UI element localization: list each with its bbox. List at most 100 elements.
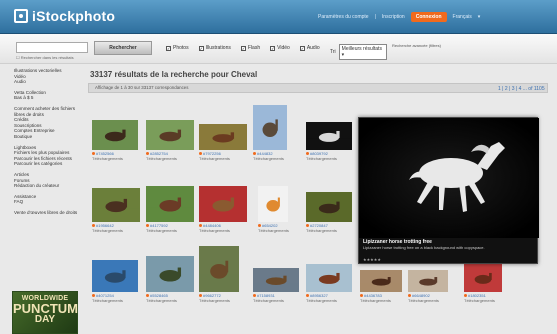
thumbnail-image[interactable] [306,122,352,150]
sidebar-link[interactable]: FAQ [14,199,86,205]
thumbnail-image[interactable] [408,270,448,292]
sort-label: Tri [330,49,336,55]
downloads-label: Téléchargements [199,297,230,303]
page-title: 33137 résultats de la recherche pour Che… [90,70,258,79]
lightbox-dot-icon[interactable] [408,294,411,298]
thumbnail-caption: #7158931 Téléchargements [253,293,284,303]
downloads-label: Téléchargements [253,297,284,303]
filter-label: Vidéo [277,45,290,51]
sidebar-group: Comment acheter des fichiers libres de d… [14,106,86,140]
thumbnail-image[interactable] [199,186,247,222]
downloads-label: Téléchargements [92,227,123,233]
lightbox-dot-icon[interactable] [146,224,149,228]
search-in-results-label: Rechercher dans les résultats [20,55,74,60]
downloads-label: Téléchargements [306,227,337,233]
thumbnail-image[interactable] [253,105,287,150]
thumbnail-caption: #9662772 Téléchargements [199,293,230,303]
lightbox-dot-icon[interactable] [92,152,95,156]
thumbnail-image[interactable] [306,192,352,222]
preview-image [359,118,539,238]
sidebar-link[interactable]: Audio [14,79,86,85]
thumbnail-image[interactable] [146,120,194,150]
search-input[interactable] [16,42,88,53]
lightbox-dot-icon[interactable] [199,294,202,298]
sidebar-link[interactable]: Parcourir les catégories [14,161,86,167]
sort-select[interactable]: Meilleurs résultats ▾ [338,44,387,60]
lightbox-dot-icon[interactable] [306,152,309,156]
lightbox-dot-icon[interactable] [146,152,149,156]
camera-logo-icon [14,9,28,23]
lightbox-dot-icon[interactable] [258,224,261,228]
promo-line-3: DAY [34,314,56,325]
lightbox-dot-icon[interactable] [199,152,202,156]
thumbnail-image[interactable] [199,246,239,292]
filter-audio[interactable]: ✓ Audio [299,45,320,51]
lightbox-dot-icon[interactable] [360,294,363,298]
chevron-down-icon: ▾ [341,52,345,58]
sidebar-group: Vente d'œuvres libres de droits [14,210,86,216]
filter-video[interactable]: ✓ Vidéo [270,45,290,51]
image-preview-popup: Lipizzaner horse trotting free Lipizzane… [358,117,539,264]
lightbox-dot-icon[interactable] [306,224,309,228]
worldwide-punctum-day-banner[interactable]: WORLDWIDE PUNCTUM DAY [12,291,78,334]
lightbox-dot-icon[interactable] [253,294,256,298]
sidebar-link[interactable]: Rédaction du créateur [14,183,86,189]
lightbox-dot-icon[interactable] [306,294,309,298]
sort-control: Tri Meilleurs résultats ▾ [330,44,387,60]
sidebar: Illustrations vectorielles Vidéo Audio Vett… [14,68,86,220]
sidebar-group: Assistance FAQ [14,194,86,205]
lightbox-dot-icon[interactable] [199,224,202,228]
sidebar-link[interactable]: Vente d'œuvres libres de droits [14,210,86,216]
sidebar-group: Illustrations vectorielles Vidéo Audio [14,68,86,85]
thumbnail-image[interactable] [146,256,194,292]
sidebar-group: Vetta Collection Bas à $ 5 [14,90,86,101]
thumbnail-image[interactable] [199,124,247,150]
register-link[interactable]: Inscription [382,14,405,20]
thumbnail-caption: #7972256 Téléchargements [199,151,230,161]
filter-photos[interactable]: ✓ Photos [166,45,189,51]
results-count-text: Affichage de 1 à 30 sur 33137 correspond… [95,85,189,90]
advanced-search-link[interactable]: Recherche avancée (filtres) [392,43,441,48]
thumbnail-caption: #444832 Téléchargements [253,151,284,161]
filter-label: Photos [173,45,189,51]
filter-illustrations[interactable]: ✓ Illustrations [198,45,231,51]
lightbox-dot-icon[interactable] [92,224,95,228]
checked-icon: ✓ [166,45,171,51]
sidebar-group: Articles Forums Rédaction du créateur [14,172,86,189]
sidebar-link[interactable]: Bas à $ 5 [14,95,86,101]
search-button[interactable]: Rechercher [94,41,152,55]
sidebar-link[interactable]: Boutique [14,134,86,140]
downloads-label: Téléchargements [258,227,289,233]
thumbnail-image[interactable] [92,188,140,222]
thumbnail-caption: #4071254 Téléchargements [92,293,123,303]
thumbnail-image[interactable] [306,264,352,292]
search-bar: ☐ Rechercher dans les résultats Recherch… [0,34,557,64]
thumbnail-caption: #654202 Téléchargements [258,223,289,233]
thumbnail-image[interactable] [253,268,299,292]
thumbnail-caption: #8956327 Téléchargements [306,293,337,303]
lightbox-dot-icon[interactable] [464,294,467,298]
lightbox-dot-icon[interactable] [253,152,256,156]
thumbnail-image[interactable] [92,260,138,292]
filter-flash[interactable]: ✓ Flash [240,45,260,51]
downloads-label: Téléchargements [146,155,177,161]
thumbnail-image[interactable] [360,270,402,292]
lightbox-dot-icon[interactable] [146,294,149,298]
thumbnail-image[interactable] [258,186,288,222]
pagination[interactable]: 1 | 2 | 3 | 4 ... of 1105 [498,86,545,92]
search-in-results-option[interactable]: ☐ Rechercher dans les résultats [16,55,74,60]
istock-logo[interactable]: iStockphoto [14,8,115,24]
thumbnail-image[interactable] [464,264,502,292]
lightbox-dot-icon[interactable] [92,294,95,298]
downloads-label: Téléchargements [146,227,177,233]
thumbnail-caption: #7452566 Téléchargements [92,151,123,161]
thumbnail-image[interactable] [146,186,194,222]
downloads-label: Téléchargements [199,227,230,233]
language-selector[interactable]: Français [453,14,472,20]
login-button[interactable]: Connexion [410,12,447,22]
downloads-label: Téléchargements [92,155,123,161]
chevron-down-icon: ▾ [477,14,481,20]
thumbnail-image[interactable] [92,120,138,150]
account-settings-link[interactable]: Paramètres du compte [318,14,369,20]
sidebar-link[interactable]: Comment acheter des fichiers libres de d… [14,106,86,117]
